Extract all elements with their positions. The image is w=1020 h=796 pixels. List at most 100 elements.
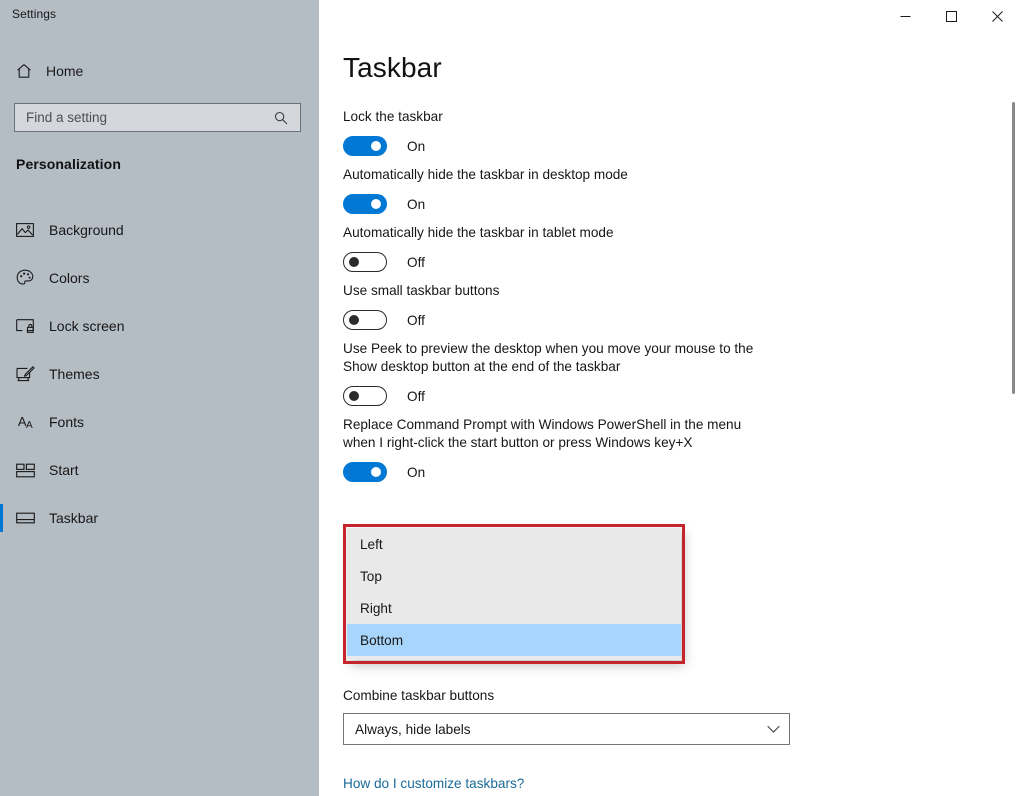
sidebar-item-label: Taskbar <box>49 510 99 526</box>
window-controls <box>882 0 1020 32</box>
selection-accent <box>0 264 3 292</box>
sidebar-section-title: Personalization <box>16 156 121 172</box>
toggle-state-label: On <box>407 138 426 154</box>
sidebar-nav: Background Colors Lock screen Themes AA … <box>0 206 319 542</box>
sidebar-item-label: Lock screen <box>49 318 125 334</box>
setting-label: Replace Command Prompt with Windows Powe… <box>343 417 742 450</box>
toggle-switch[interactable] <box>343 194 387 214</box>
toggle-knob <box>349 257 359 267</box>
title-bar: Settings <box>0 0 1020 32</box>
chevron-down-icon <box>757 725 789 734</box>
minimize-icon <box>900 15 910 17</box>
setting-label: Use Peek to preview the desktop when you… <box>343 341 754 374</box>
combine-selected-value: Always, hide labels <box>355 721 471 737</box>
toggle-knob <box>349 391 359 401</box>
sidebar: Home Personalization <box>0 0 319 796</box>
setting-small-taskbar-buttons: Use small taskbar buttons Off <box>343 282 983 331</box>
scrollbar-track[interactable] <box>1006 40 1020 796</box>
sidebar-item-lock-screen[interactable]: Lock screen <box>0 302 319 350</box>
toggle-knob <box>371 141 381 151</box>
toggle-state-label: Off <box>407 254 425 270</box>
toggle-row: Off <box>343 309 983 331</box>
setting-use-peek: Use Peek to preview the desktop when you… <box>343 340 983 407</box>
toggle-row: On <box>343 135 983 157</box>
start-tiles-icon <box>15 460 35 480</box>
setting-label: Use small taskbar buttons <box>343 283 500 298</box>
toggle-knob <box>371 199 381 209</box>
setting-lock-the-taskbar: Lock the taskbar On <box>343 108 983 157</box>
themes-brush-icon <box>15 364 35 384</box>
palette-icon <box>15 268 35 288</box>
search-input[interactable] <box>15 104 270 131</box>
toggle-switch[interactable] <box>343 136 387 156</box>
setting-label: Lock the taskbar <box>343 109 443 124</box>
selection-accent <box>0 408 3 436</box>
toggle-switch[interactable] <box>343 386 387 406</box>
setting-replace-command-prompt: Replace Command Prompt with Windows Powe… <box>343 416 983 483</box>
maximize-icon <box>945 10 957 22</box>
selection-accent <box>0 216 3 244</box>
toggle-switch[interactable] <box>343 252 387 272</box>
sidebar-item-taskbar[interactable]: Taskbar <box>0 494 319 542</box>
search-box[interactable] <box>14 103 301 132</box>
sidebar-item-label: Themes <box>49 366 100 382</box>
dropdown-option-right[interactable]: Right <box>347 592 681 624</box>
sidebar-item-background[interactable]: Background <box>0 206 319 254</box>
combine-select[interactable]: Always, hide labels <box>343 713 790 745</box>
setting-auto-hide-desktop-mode: Automatically hide the taskbar in deskto… <box>343 166 983 215</box>
dropdown-option-bottom[interactable]: Bottom <box>347 624 681 656</box>
dropdown-option-list: Left Top Right Bottom <box>347 528 681 660</box>
setting-label: Automatically hide the taskbar in deskto… <box>343 167 628 182</box>
home-icon <box>17 64 31 78</box>
toggle-row: Off <box>343 385 983 407</box>
toggle-knob <box>349 315 359 325</box>
toggle-state-label: On <box>407 196 426 212</box>
sidebar-item-label: Colors <box>49 270 90 286</box>
settings-window: Settings Home Find a setting Personaliza… <box>0 0 1020 796</box>
setting-auto-hide-tablet-mode: Automatically hide the taskbar in tablet… <box>343 224 983 273</box>
sidebar-item-start[interactable]: Start <box>0 446 319 494</box>
combine-label: Combine taskbar buttons <box>343 688 495 703</box>
sidebar-item-label: Start <box>49 462 79 478</box>
minimize-button[interactable] <box>882 0 928 32</box>
toggle-knob <box>371 467 381 477</box>
sidebar-home-label: Home <box>46 63 84 79</box>
setting-label: Automatically hide the taskbar in tablet… <box>343 225 614 240</box>
toggle-row: On <box>343 461 983 483</box>
lock-screen-icon <box>15 316 35 336</box>
toggle-state-label: Off <box>407 312 425 328</box>
main-content: Taskbar Lock the taskbar On Automaticall… <box>319 0 1020 796</box>
toggle-switch[interactable] <box>343 462 387 482</box>
sidebar-item-fonts[interactable]: AA Fonts <box>0 398 319 446</box>
window-title: Settings <box>12 7 57 21</box>
dropdown-option-top[interactable]: Top <box>347 560 681 592</box>
selection-accent <box>0 456 3 484</box>
sidebar-item-label: Fonts <box>49 414 85 430</box>
selection-accent <box>0 360 3 388</box>
sidebar-item-label: Background <box>49 222 124 238</box>
sidebar-item-home[interactable]: Home <box>0 56 319 86</box>
page-title: Taskbar <box>343 52 442 83</box>
maximize-button[interactable] <box>928 0 974 32</box>
selection-accent <box>0 312 3 340</box>
fonts-aa-icon: AA <box>17 414 33 431</box>
dropdown-option-left[interactable]: Left <box>347 528 681 560</box>
toggle-row: Off <box>343 251 983 273</box>
taskbar-location-dropdown: Left Top Right Bottom <box>343 524 685 664</box>
image-icon <box>15 220 35 240</box>
search-icon <box>270 111 292 125</box>
toggle-state-label: On <box>407 464 426 480</box>
selection-accent <box>0 504 3 532</box>
toggle-switch[interactable] <box>343 310 387 330</box>
settings-list: Lock the taskbar On Automatically hide t… <box>343 108 983 492</box>
scrollbar-thumb[interactable] <box>1012 102 1015 394</box>
help-link-customize-taskbars[interactable]: How do I customize taskbars? <box>343 776 524 791</box>
sidebar-item-colors[interactable]: Colors <box>0 254 319 302</box>
taskbar-icon <box>15 508 35 528</box>
toggle-row: On <box>343 193 983 215</box>
sidebar-item-themes[interactable]: Themes <box>0 350 319 398</box>
close-button[interactable] <box>974 0 1020 32</box>
toggle-state-label: Off <box>407 388 425 404</box>
combine-taskbar-buttons-section: Combine taskbar buttons Always, hide lab… <box>343 688 793 745</box>
close-icon <box>991 10 1003 22</box>
